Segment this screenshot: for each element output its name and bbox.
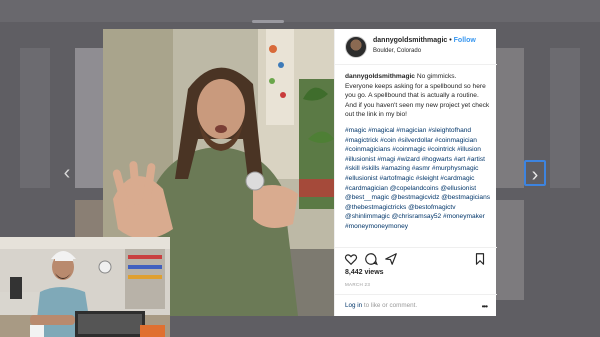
caption-line: Everyone keeps asking for a spellbound s… xyxy=(345,82,486,100)
caption-text: No gimmicks. xyxy=(416,73,457,80)
share-icon[interactable] xyxy=(384,252,398,266)
top-bar xyxy=(0,0,600,22)
more-options-icon[interactable]: ••• xyxy=(482,302,488,311)
caption-line: And if you haven't seen my new project y… xyxy=(345,101,490,119)
action-bar xyxy=(335,247,497,269)
webcam-frame xyxy=(0,237,170,337)
webcam-overlay xyxy=(0,237,170,337)
post-header: dannygoldsmithmagic • Follow Boulder, Co… xyxy=(335,29,497,65)
comment-icon[interactable] xyxy=(364,252,378,266)
post-caption: dannygoldsmithmagic No gimmicks. Everyon… xyxy=(345,72,493,232)
previous-post-arrow-icon[interactable]: ‹ xyxy=(56,160,78,186)
background-tile[interactable] xyxy=(496,200,524,300)
background-tile[interactable] xyxy=(496,48,524,188)
post-details-panel: dannygoldsmithmagic • Follow Boulder, Co… xyxy=(334,29,497,316)
next-post-arrow-icon[interactable]: › xyxy=(524,160,546,186)
login-prompt-text: to like or comment. xyxy=(362,302,418,309)
comment-bar: Log in to like or comment. ••• xyxy=(335,294,497,316)
caption-username[interactable]: dannygoldsmithmagic xyxy=(345,73,415,80)
background-tile xyxy=(20,48,50,188)
login-prompt: Log in to like or comment. xyxy=(345,302,417,309)
post-author: dannygoldsmithmagic • Follow xyxy=(373,37,476,44)
background-tile xyxy=(550,48,580,188)
background-tile[interactable] xyxy=(75,48,105,188)
follow-button[interactable]: Follow xyxy=(454,37,476,44)
post-date: MARCH 23 xyxy=(345,282,371,287)
bookmark-icon[interactable] xyxy=(473,252,487,266)
username-link[interactable]: dannygoldsmithmagic xyxy=(373,37,447,44)
view-count[interactable]: 8,442 views xyxy=(345,269,384,276)
login-link[interactable]: Log in xyxy=(345,302,362,309)
location-link[interactable]: Boulder, Colorado xyxy=(373,48,421,54)
caption-hashtags[interactable]: #magic #magical #magician #sleightofhand… xyxy=(345,126,493,232)
scroll-indicator xyxy=(252,20,284,23)
avatar[interactable] xyxy=(345,36,367,58)
heart-icon[interactable] xyxy=(344,252,358,266)
